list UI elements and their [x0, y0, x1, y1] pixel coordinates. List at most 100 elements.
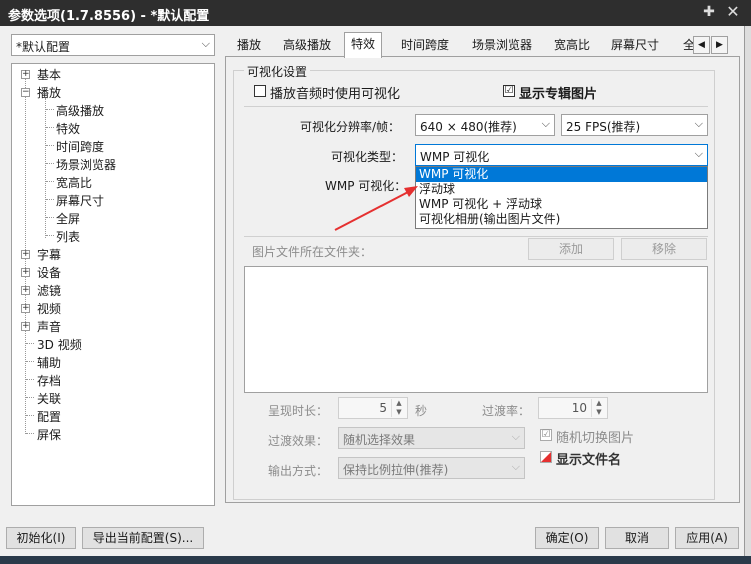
expand-icon[interactable]: +	[21, 268, 30, 277]
transition-rate-stepper[interactable]: 10 ▲ ▼	[538, 397, 608, 419]
vis-type-value: WMP 可视化	[420, 150, 490, 164]
tree-item-config[interactable]: 配置	[37, 408, 61, 425]
tree-branch	[46, 127, 54, 128]
vis-type-select[interactable]: WMP 可视化 ⌵	[415, 144, 708, 166]
chevron-down-icon: ⌵	[201, 37, 210, 50]
tree-item-advanced-playback[interactable]: 高级播放	[56, 102, 104, 119]
annotation-arrow-icon	[334, 186, 418, 231]
chevron-down-icon: ⌵	[541, 117, 550, 130]
tree-item-audio[interactable]: 声音	[37, 318, 61, 335]
ok-button[interactable]: 确定(O)	[535, 527, 599, 549]
tree-branch	[26, 397, 34, 398]
tab-effects[interactable]: 特效	[344, 32, 383, 58]
random-switch-checkbox[interactable]: ☑	[540, 429, 552, 441]
tree-item-3d-video[interactable]: 3D 视频	[37, 336, 82, 353]
transition-rate-label: 过渡率：	[482, 404, 531, 418]
tree-item-screen-size[interactable]: 屏幕尺寸	[56, 192, 104, 209]
divider	[244, 236, 708, 237]
fps-value: 25 FPS(推荐)	[566, 120, 641, 134]
tree-branch	[26, 433, 34, 434]
collapse-icon[interactable]: −	[21, 88, 30, 97]
tree-item-filters[interactable]: 滤镜	[37, 282, 61, 299]
tree-branch	[46, 235, 54, 236]
profile-select[interactable]: *默认配置 ⌵	[11, 34, 215, 56]
init-button[interactable]: 初始化(I)	[6, 527, 76, 549]
expand-icon[interactable]: +	[21, 322, 30, 331]
tab-scene-browser[interactable]: 场景浏览器	[466, 34, 538, 58]
output-mode-label: 输出方式：	[268, 464, 329, 478]
fps-select[interactable]: 25 FPS(推荐) ⌵	[561, 114, 708, 136]
close-icon[interactable]: ✕	[724, 3, 742, 21]
tree-branch	[46, 199, 54, 200]
use-vis-audio-label: 播放音频时使用可视化	[270, 87, 401, 102]
chevron-down-icon: ⌵	[694, 117, 703, 130]
use-vis-audio-checkbox[interactable]	[254, 85, 266, 97]
dropdown-option-photo-album[interactable]: 可视化相册(输出图片文件)	[416, 212, 707, 227]
show-filename-label: 显示文件名	[556, 453, 622, 468]
expand-icon[interactable]: +	[21, 304, 30, 313]
divider	[244, 106, 708, 107]
expand-icon[interactable]: +	[21, 286, 30, 295]
resolution-value: 640 × 480(推荐)	[420, 120, 517, 134]
image-folder-list[interactable]	[244, 266, 708, 393]
tab-scroll-right-icon[interactable]: ▶	[711, 36, 728, 54]
tree-item-fullscreen[interactable]: 全屏	[56, 210, 80, 227]
tab-playback[interactable]: 播放	[231, 34, 267, 58]
resolution-label: 可视化分辨率/帧：	[300, 120, 401, 134]
tree-item-effects[interactable]: 特效	[56, 120, 80, 137]
tab-time-span[interactable]: 时间跨度	[395, 34, 455, 58]
transition-rate-value: 10	[571, 401, 587, 415]
tab-scroll-left-icon[interactable]: ◀	[693, 36, 710, 54]
tab-screen-size[interactable]: 屏幕尺寸	[605, 34, 665, 58]
apply-button[interactable]: 应用(A)	[675, 527, 739, 549]
chevron-down-icon: ⌵	[694, 147, 703, 160]
tree-item-aspect-ratio[interactable]: 宽高比	[56, 174, 92, 191]
tree-branch	[26, 379, 34, 380]
group-title: 可视化设置	[244, 63, 311, 80]
output-mode-select[interactable]: 保持比例拉伸(推荐) ⌵	[338, 457, 525, 479]
spin-updown-icon[interactable]: ▲ ▼	[391, 399, 406, 417]
dropdown-option-wmp[interactable]: WMP 可视化	[416, 167, 707, 182]
settings-tree[interactable]: + 基本 − 播放 高级播放 特效 时间跨度 场景浏览器 宽高比 屏幕尺寸 全屏…	[11, 63, 215, 506]
tree-branch	[46, 145, 54, 146]
transition-effect-select[interactable]: 随机选择效果 ⌵	[338, 427, 525, 449]
tree-item-devices[interactable]: 设备	[37, 264, 61, 281]
show-album-art-checkbox[interactable]: ☑	[503, 85, 515, 97]
tree-item-accessibility[interactable]: 辅助	[37, 354, 61, 371]
duration-stepper[interactable]: 5 ▲ ▼	[338, 397, 408, 419]
expand-icon[interactable]: +	[21, 250, 30, 259]
tree-item-video[interactable]: 视频	[37, 300, 61, 317]
tree-item-basic[interactable]: 基本	[37, 66, 61, 83]
tree-item-subtitles[interactable]: 字幕	[37, 246, 61, 263]
expand-icon[interactable]: +	[21, 70, 30, 79]
tree-item-association[interactable]: 关联	[37, 390, 61, 407]
random-switch-label: 随机切换图片	[556, 431, 635, 446]
transition-effect-value: 随机选择效果	[343, 433, 416, 447]
chevron-down-icon: ⌵	[511, 460, 520, 473]
tab-aspect-ratio[interactable]: 宽高比	[548, 34, 596, 58]
spin-updown-icon[interactable]: ▲ ▼	[591, 399, 606, 417]
tree-item-screensaver[interactable]: 屏保	[37, 426, 61, 443]
show-album-art-label: 显示专辑图片	[519, 87, 598, 102]
vis-type-dropdown-list[interactable]: WMP 可视化 浮动球 WMP 可视化 + 浮动球 可视化相册(输出图片文件)	[415, 166, 708, 229]
add-button[interactable]: 添加	[528, 238, 614, 260]
tree-item-list[interactable]: 列表	[56, 228, 80, 245]
remove-button[interactable]: 移除	[621, 238, 707, 260]
chevron-down-icon: ⌵	[511, 430, 520, 443]
tree-item-playback[interactable]: 播放	[37, 84, 61, 101]
tree-branch	[26, 361, 34, 362]
tree-branch	[46, 181, 54, 182]
tab-advanced-playback[interactable]: 高级播放	[277, 34, 337, 58]
tree-item-scene-browser[interactable]: 场景浏览器	[56, 156, 116, 173]
export-config-button[interactable]: 导出当前配置(S)...	[82, 527, 204, 549]
dropdown-option-wmp-and-ball[interactable]: WMP 可视化 + 浮动球	[416, 197, 707, 212]
cancel-button[interactable]: 取消	[605, 527, 669, 549]
tree-item-archive[interactable]: 存档	[37, 372, 61, 389]
image-folder-label: 图片文件所在文件夹：	[252, 245, 373, 259]
duration-label: 呈现时长：	[268, 404, 329, 418]
vis-type-label: 可视化类型：	[331, 150, 404, 164]
resolution-select[interactable]: 640 × 480(推荐) ⌵	[415, 114, 555, 136]
tree-item-time-span[interactable]: 时间跨度	[56, 138, 104, 155]
pin-icon[interactable]: ✚	[700, 3, 718, 21]
dropdown-option-floating-ball[interactable]: 浮动球	[416, 182, 707, 197]
